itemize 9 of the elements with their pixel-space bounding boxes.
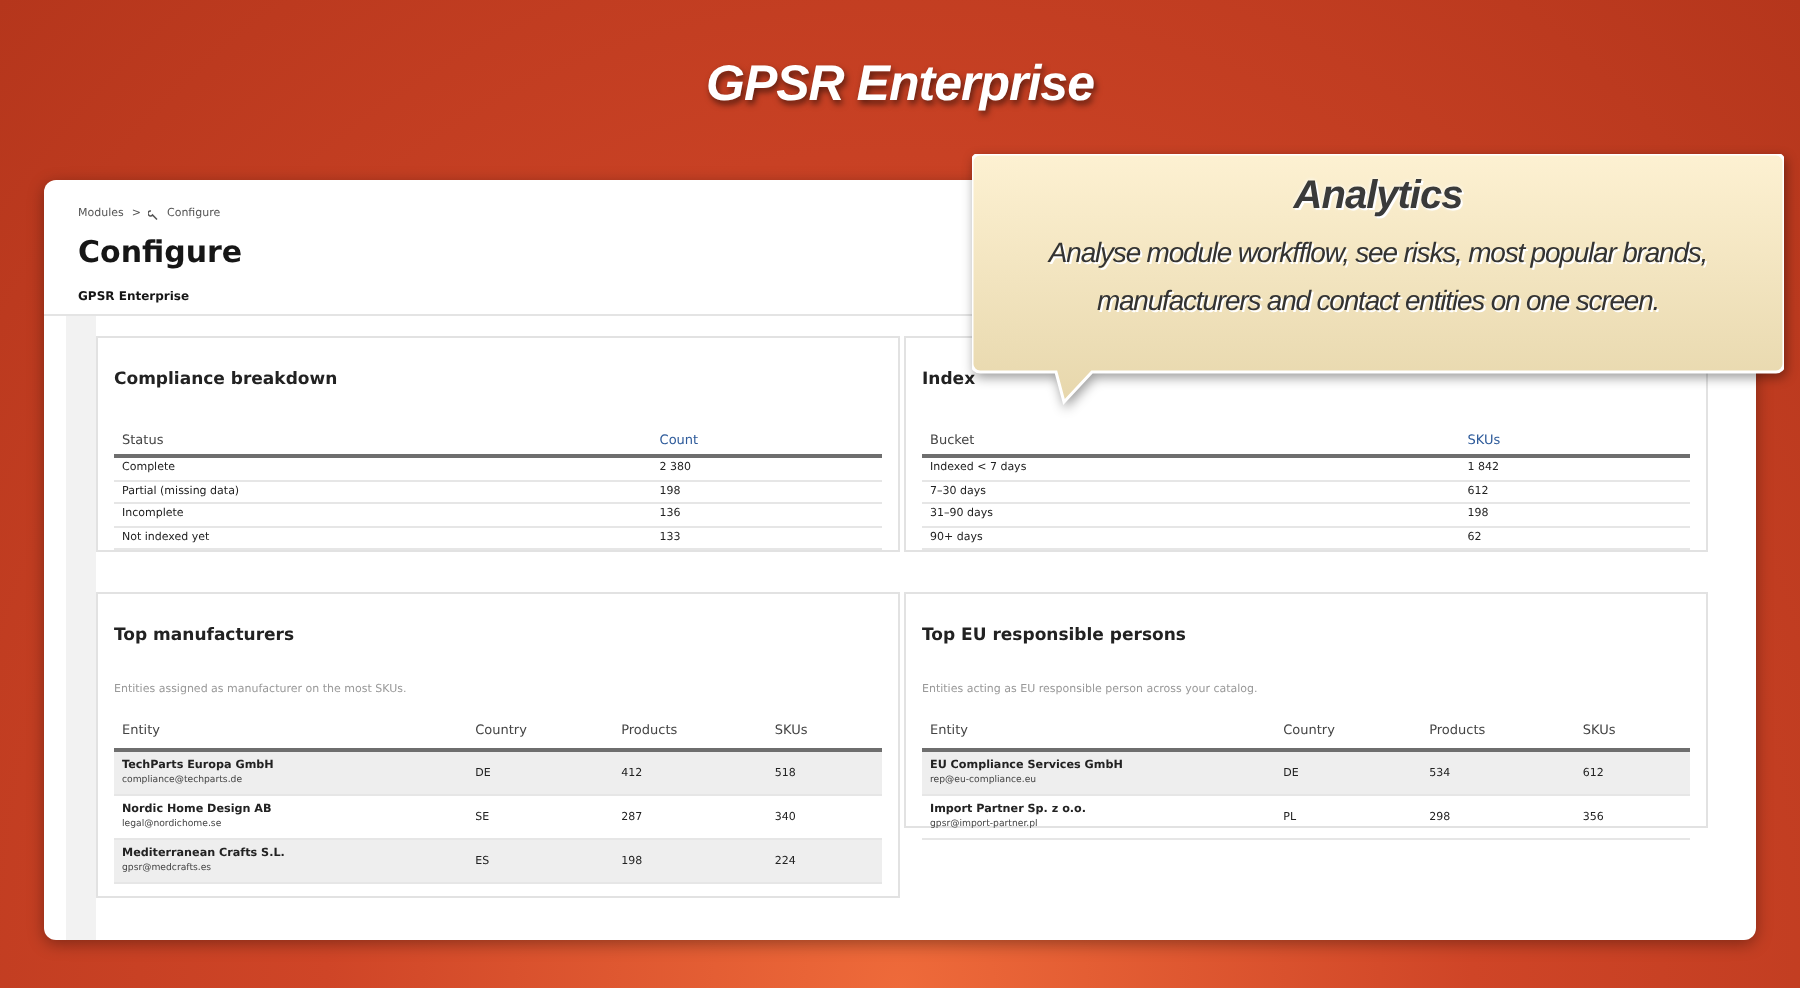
page-heading: Configure [78,234,243,270]
panel-title: Top manufacturers [114,626,295,646]
callout-text: Analyse module workfflow, see risks, most popular brands, manufacturers and contact entities on one screen. [1048,234,1708,320]
page-title: GPSR Enterprise [706,56,1094,114]
panel-title: Compliance breakdown [114,370,338,390]
wrench-icon [148,209,159,219]
panel-title: Top EU responsible persons [922,626,1186,646]
callout-title: Analytics [1293,174,1463,220]
panel-title: Index [922,370,976,390]
